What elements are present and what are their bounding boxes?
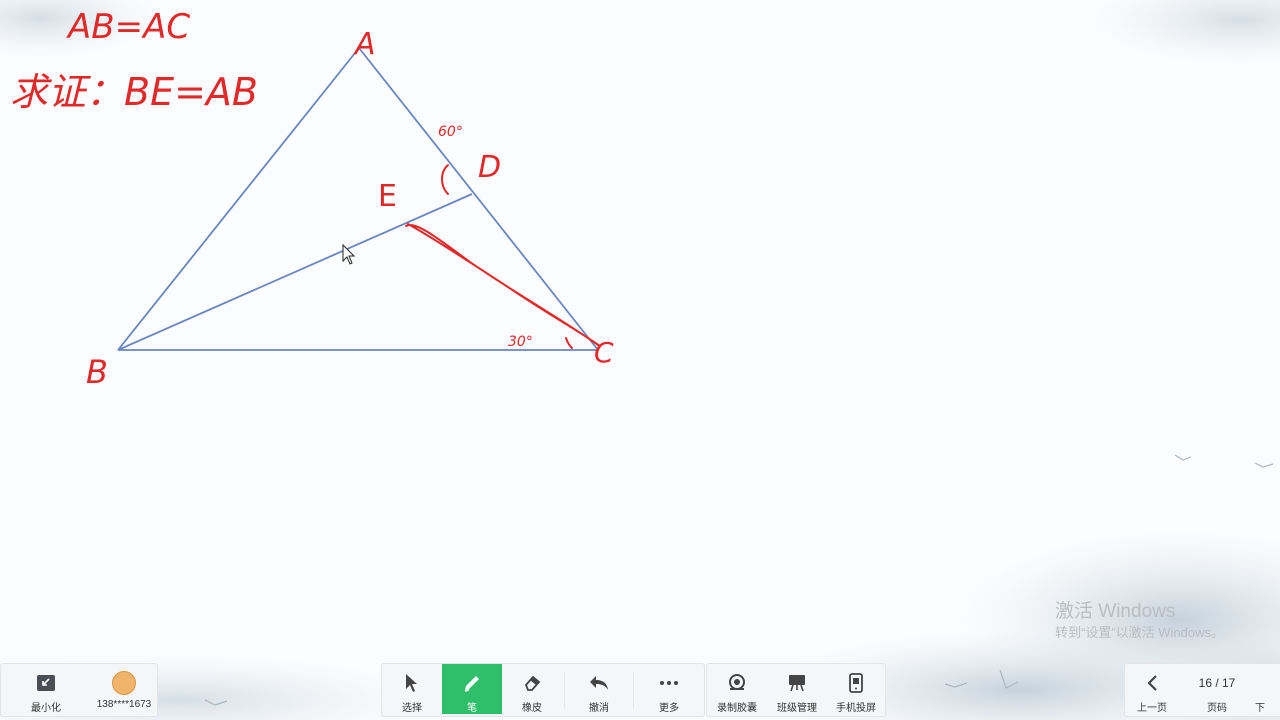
pen-button[interactable]: 笔 xyxy=(442,664,502,714)
more-button[interactable]: 更多 xyxy=(636,664,702,714)
chevron-left-icon xyxy=(1140,671,1164,695)
user-button[interactable]: 138****1673 xyxy=(91,664,157,714)
undo-button[interactable]: 撤消 xyxy=(567,664,631,714)
eraser-icon xyxy=(520,671,544,695)
label-b: B xyxy=(86,353,108,391)
user-label: 138****1673 xyxy=(96,699,152,710)
note-prove: 求证：BE=AB xyxy=(10,70,258,114)
more-icon xyxy=(657,671,681,695)
watermark-subtitle: 转到“设置”以激活 Windows。 xyxy=(1055,625,1225,640)
secondary-toolbar: 录制胶囊 班级管理 手机投屏 xyxy=(706,663,886,717)
label-e: E xyxy=(378,179,397,214)
page-label: 页码 xyxy=(1207,703,1227,714)
next-page-label: 下 xyxy=(1255,703,1265,714)
page-number-button[interactable]: 16 / 17 页码 xyxy=(1179,664,1255,714)
toolbar-divider xyxy=(564,672,565,708)
class-board-icon xyxy=(785,671,809,695)
pen-label: 笔 xyxy=(467,703,477,714)
record-icon xyxy=(725,671,749,695)
label-d: D xyxy=(478,150,501,185)
windows-activation-watermark: 激活 Windows 转到“设置”以激活 Windows。 xyxy=(1055,600,1224,642)
pager-panel: 上一页 16 / 17 页码 下 xyxy=(1124,663,1280,717)
record-capsule-button[interactable]: 录制胶囊 xyxy=(707,664,767,714)
pointer-icon xyxy=(400,671,424,695)
ink-labels: A B C D E 60° 30° AB=AC 求证：BE=AB xyxy=(10,7,614,391)
class-label: 班级管理 xyxy=(777,703,817,714)
toolbar-divider xyxy=(633,672,634,708)
main-toolbar: 选择 笔 橡皮 撤消 更多 xyxy=(381,663,705,717)
avatar xyxy=(112,671,136,695)
phone-cast-button[interactable]: 手机投屏 xyxy=(827,664,885,714)
minimize-button[interactable]: 最小化 xyxy=(1,664,91,714)
page-indicator: 16 / 17 xyxy=(1198,676,1236,690)
phone-icon xyxy=(844,671,868,695)
minimize-label: 最小化 xyxy=(31,703,61,714)
phone-label: 手机投屏 xyxy=(836,703,876,714)
angle-arc-e xyxy=(441,164,449,195)
select-button[interactable]: 选择 xyxy=(382,664,442,714)
minimize-icon xyxy=(34,671,58,695)
class-management-button[interactable]: 班级管理 xyxy=(767,664,827,714)
watermark-title: 激活 Windows xyxy=(1055,601,1176,622)
mouse-cursor-icon xyxy=(342,244,356,265)
prev-page-button[interactable]: 上一页 xyxy=(1125,664,1179,714)
undo-icon xyxy=(587,671,611,695)
angle-arc-c xyxy=(565,337,573,349)
more-label: 更多 xyxy=(659,703,679,714)
note-given: AB=AC xyxy=(66,7,190,47)
undo-label: 撤消 xyxy=(589,703,609,714)
record-label: 录制胶囊 xyxy=(717,703,757,714)
pen-icon xyxy=(460,671,484,695)
label-a: A xyxy=(353,27,376,62)
eraser-label: 橡皮 xyxy=(522,703,542,714)
label-c: C xyxy=(594,336,614,369)
left-panel: 最小化 138****1673 xyxy=(0,663,158,717)
select-label: 选择 xyxy=(402,703,422,714)
ink-annotations xyxy=(405,164,601,349)
eraser-button[interactable]: 橡皮 xyxy=(502,664,562,714)
segment-bd xyxy=(117,193,473,351)
label-angle-30: 30° xyxy=(508,334,533,350)
prev-page-label: 上一页 xyxy=(1137,703,1167,714)
ink-segment-ec xyxy=(405,223,601,347)
label-angle-60: 60° xyxy=(438,124,463,140)
next-page-button[interactable]: 下 xyxy=(1255,664,1280,714)
